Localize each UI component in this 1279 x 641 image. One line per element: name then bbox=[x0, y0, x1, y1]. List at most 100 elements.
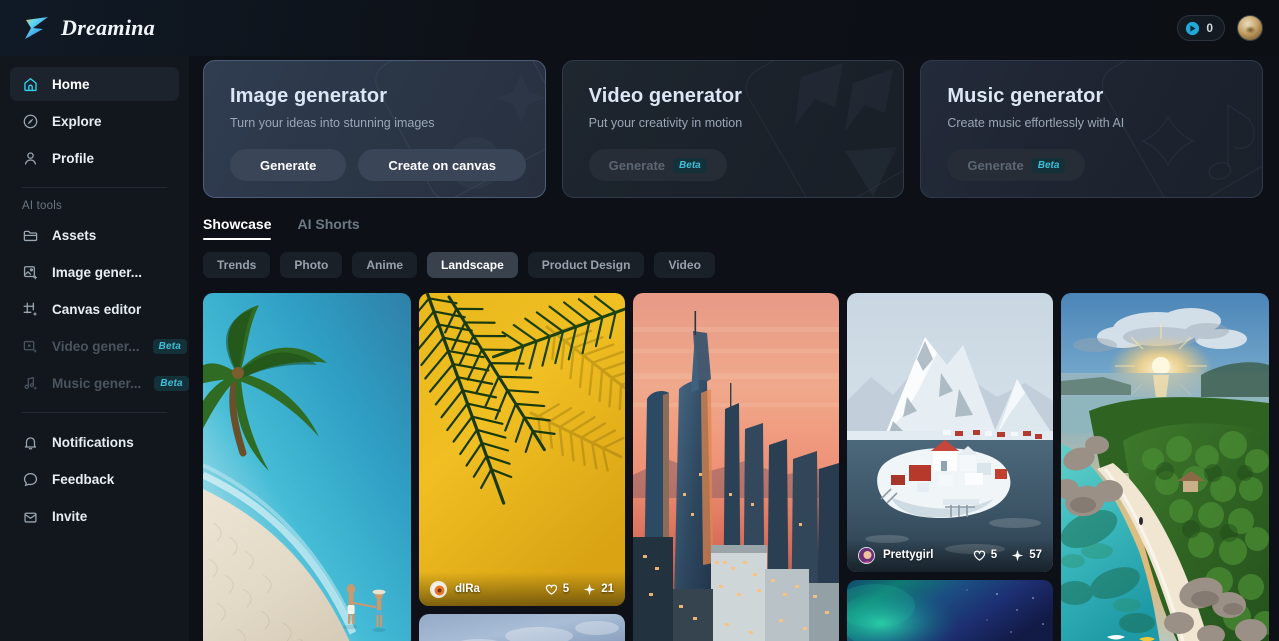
folder-icon bbox=[22, 227, 39, 244]
sidebar-label-video-generator: Video gener... bbox=[52, 338, 140, 354]
generate-video-button[interactable]: Generate Beta bbox=[588, 149, 727, 181]
app-name: Dreamina bbox=[61, 15, 156, 40]
author-name: dIRa bbox=[455, 583, 480, 595]
generate-image-button[interactable]: Generate bbox=[230, 149, 347, 181]
sidebar-item-profile[interactable]: Profile bbox=[10, 141, 179, 175]
sidebar-label-feedback: Feedback bbox=[52, 471, 115, 487]
tile-overlay-yellow-palm: dIRa 5 21 bbox=[419, 572, 625, 606]
chat-bubble-icon bbox=[22, 471, 39, 488]
sidebar-label-image-generator: Image gener... bbox=[52, 264, 143, 280]
author-avatar[interactable] bbox=[430, 580, 447, 598]
sidebar-item-explore[interactable]: Explore bbox=[10, 104, 179, 138]
gallery-column-1 bbox=[203, 293, 411, 641]
chip-product-design[interactable]: Product Design bbox=[527, 252, 645, 278]
sidebar-item-canvas-editor[interactable]: Canvas editor bbox=[10, 292, 179, 326]
stars-count: 21 bbox=[601, 583, 614, 595]
sparkle-icon bbox=[583, 583, 596, 596]
home-icon bbox=[22, 76, 39, 93]
sidebar-item-notifications[interactable]: Notifications bbox=[10, 425, 179, 459]
video-generate-icon bbox=[22, 338, 39, 355]
stars-stat[interactable]: 21 bbox=[583, 583, 614, 596]
hero-subtitle-video: Put your creativity in motion bbox=[588, 116, 743, 130]
tile-stats: 5 21 bbox=[545, 583, 614, 596]
gallery-tile-snow-texture[interactable] bbox=[419, 614, 625, 641]
tile-stats: 5 57 bbox=[973, 549, 1042, 562]
chip-photo[interactable]: Photo bbox=[280, 252, 343, 278]
gallery-tile-tropical-beach-palm-couple[interactable] bbox=[203, 293, 411, 641]
sidebar: Home Explore Profile AI tools Assets Ima… bbox=[0, 56, 189, 641]
top-bar: Dreamina 0 bbox=[0, 0, 1279, 56]
sidebar-badge-music-beta: Beta bbox=[154, 375, 189, 391]
stars-stat[interactable]: 57 bbox=[1011, 549, 1042, 562]
gallery-tile-yellow-palm-leaves[interactable]: dIRa 5 21 bbox=[419, 293, 625, 606]
chip-trends[interactable]: Trends bbox=[203, 252, 271, 278]
gallery-tile-aurora-borealis[interactable] bbox=[847, 580, 1053, 641]
music-beta-badge: Beta bbox=[1031, 157, 1066, 173]
sidebar-label-notifications: Notifications bbox=[52, 434, 134, 450]
hero-card-image-generator[interactable]: Image generator Turn your ideas into stu… bbox=[203, 60, 546, 198]
author-name: Prettygirl bbox=[883, 549, 934, 561]
likes-stat[interactable]: 5 bbox=[545, 583, 569, 596]
dreamina-bird-logo-icon bbox=[22, 15, 52, 41]
main-content: Image generator Turn your ideas into stu… bbox=[189, 56, 1279, 641]
chip-anime[interactable]: Anime bbox=[352, 252, 418, 278]
gallery-tile-city-skyline-sunset[interactable] bbox=[633, 293, 839, 641]
gallery-tile-tropical-island-sunset[interactable] bbox=[1061, 293, 1269, 641]
gallery-column-4: Prettygirl 5 57 bbox=[847, 293, 1053, 641]
generate-music-label: Generate bbox=[967, 157, 1024, 173]
coin-icon bbox=[1185, 21, 1200, 36]
compass-icon bbox=[22, 113, 39, 130]
sidebar-item-video-generator[interactable]: Video gener... Beta bbox=[10, 329, 188, 363]
sidebar-item-invite[interactable]: Invite bbox=[10, 499, 179, 533]
tile-overlay-snowy-village: Prettygirl 5 57 bbox=[847, 538, 1053, 572]
hero-card-video-generator[interactable]: Video generator Put your creativity in m… bbox=[561, 60, 905, 198]
chip-landscape[interactable]: Landscape bbox=[427, 252, 518, 278]
sidebar-item-image-generator[interactable]: Image gener... bbox=[10, 255, 179, 289]
top-bar-right: 0 bbox=[1177, 15, 1263, 41]
hero-title-image: Image generator bbox=[230, 85, 388, 107]
bell-icon bbox=[22, 434, 39, 451]
tab-ai-shorts[interactable]: AI Shorts bbox=[297, 216, 359, 240]
sidebar-label-profile: Profile bbox=[52, 150, 95, 166]
hero-buttons-music: Generate Beta bbox=[947, 149, 1262, 181]
likes-count: 5 bbox=[562, 583, 570, 595]
hero-title-video: Video generator bbox=[588, 85, 743, 107]
sidebar-divider-bottom bbox=[22, 412, 167, 413]
hero-cards-row: Image generator Turn your ideas into stu… bbox=[189, 56, 1279, 198]
hero-subtitle-music: Create music effortlessly with AI bbox=[947, 116, 1125, 130]
hero-card-music-generator[interactable]: Music generator Create music effortlessl… bbox=[920, 60, 1264, 198]
hero-buttons-video: Generate Beta bbox=[588, 149, 904, 181]
sidebar-label-home: Home bbox=[52, 76, 90, 92]
gallery-column-2: dIRa 5 21 bbox=[419, 293, 625, 641]
sparkle-icon bbox=[1011, 549, 1024, 562]
create-on-canvas-button[interactable]: Create on canvas bbox=[358, 149, 527, 181]
gallery-column-3 bbox=[633, 293, 839, 641]
credits-value: 0 bbox=[1206, 21, 1213, 35]
generate-music-button[interactable]: Generate Beta bbox=[947, 149, 1086, 181]
likes-count: 5 bbox=[990, 549, 998, 561]
user-avatar[interactable] bbox=[1237, 15, 1263, 41]
sidebar-label-music-generator: Music gener... bbox=[52, 375, 142, 391]
author-avatar[interactable] bbox=[858, 546, 875, 564]
credits-pill[interactable]: 0 bbox=[1177, 15, 1225, 41]
tab-showcase[interactable]: Showcase bbox=[203, 216, 272, 240]
video-beta-badge: Beta bbox=[673, 157, 707, 173]
sidebar-item-feedback[interactable]: Feedback bbox=[10, 462, 179, 496]
chip-video[interactable]: Video bbox=[654, 252, 715, 278]
sidebar-item-assets[interactable]: Assets bbox=[10, 218, 179, 252]
music-generate-icon bbox=[22, 375, 39, 392]
sidebar-group-title-ai-tools: AI tools bbox=[22, 200, 62, 212]
sidebar-label-explore: Explore bbox=[52, 113, 102, 129]
likes-stat[interactable]: 5 bbox=[973, 549, 997, 562]
sidebar-item-music-generator[interactable]: Music gener... Beta bbox=[10, 366, 189, 400]
heart-icon bbox=[545, 583, 558, 596]
hero-subtitle-image: Turn your ideas into stunning images bbox=[230, 116, 435, 130]
sidebar-item-home[interactable]: Home bbox=[10, 67, 179, 101]
heart-icon bbox=[973, 549, 986, 562]
app-logo[interactable]: Dreamina bbox=[22, 15, 155, 41]
showcase-gallery: dIRa 5 21 Prettygirl 5 57 bbox=[189, 278, 1279, 641]
invite-icon bbox=[22, 508, 39, 525]
stars-count: 57 bbox=[1029, 549, 1042, 561]
sidebar-label-canvas-editor: Canvas editor bbox=[52, 301, 142, 317]
gallery-tile-snowy-fishing-village[interactable]: Prettygirl 5 57 bbox=[847, 293, 1053, 572]
